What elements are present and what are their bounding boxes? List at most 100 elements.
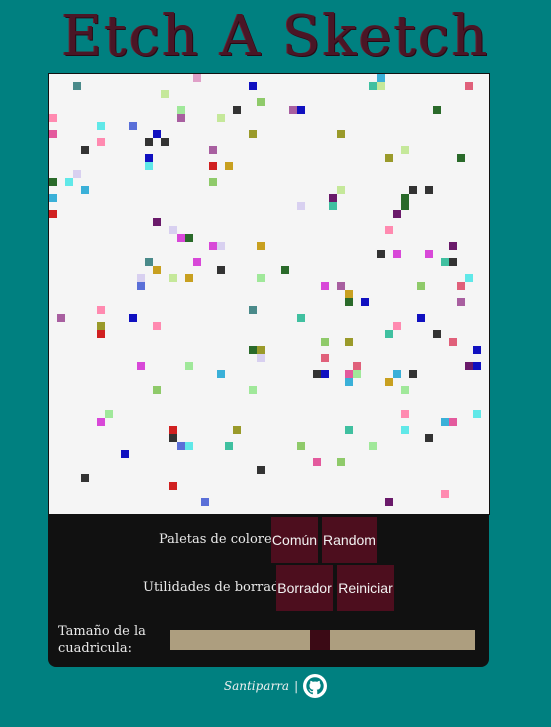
grid-cell[interactable] <box>97 122 105 130</box>
grid-cell[interactable] <box>65 178 73 186</box>
grid-cell[interactable] <box>457 282 465 290</box>
grid-cell[interactable] <box>257 98 265 106</box>
grid-cell[interactable] <box>393 322 401 330</box>
grid-cell[interactable] <box>97 306 105 314</box>
grid-cell[interactable] <box>161 90 169 98</box>
grid-cell[interactable] <box>209 162 217 170</box>
grid-cell[interactable] <box>393 250 401 258</box>
grid-cell[interactable] <box>145 138 153 146</box>
reset-button[interactable]: Reiniciar <box>337 565 394 611</box>
grid-cell[interactable] <box>185 362 193 370</box>
grid-cell[interactable] <box>257 346 265 354</box>
grid-cell[interactable] <box>361 298 369 306</box>
grid-cell[interactable] <box>409 186 417 194</box>
grid-cell[interactable] <box>105 410 113 418</box>
grid-cell[interactable] <box>345 378 353 386</box>
grid-cell[interactable] <box>457 298 465 306</box>
grid-cell[interactable] <box>225 162 233 170</box>
grid-cell[interactable] <box>249 82 257 90</box>
grid-cell[interactable] <box>49 178 57 186</box>
grid-cell[interactable] <box>329 194 337 202</box>
grid-cell[interactable] <box>49 130 57 138</box>
grid-cell[interactable] <box>137 282 145 290</box>
grid-cell[interactable] <box>465 274 473 282</box>
grid-cell[interactable] <box>177 106 185 114</box>
grid-cell[interactable] <box>145 162 153 170</box>
grid-cell[interactable] <box>137 362 145 370</box>
grid-cell[interactable] <box>81 474 89 482</box>
author-link[interactable]: Santiparra <box>224 679 289 693</box>
grid-cell[interactable] <box>345 338 353 346</box>
random-palette-button[interactable]: Random <box>322 517 377 563</box>
grid-cell[interactable] <box>249 306 257 314</box>
grid-cell[interactable] <box>257 242 265 250</box>
grid-cell[interactable] <box>345 370 353 378</box>
grid-cell[interactable] <box>425 186 433 194</box>
grid-cell[interactable] <box>49 210 57 218</box>
grid-cell[interactable] <box>353 362 361 370</box>
grid-cell[interactable] <box>97 330 105 338</box>
grid-cell[interactable] <box>345 298 353 306</box>
grid-cell[interactable] <box>225 442 233 450</box>
grid-cell[interactable] <box>441 418 449 426</box>
grid-cell[interactable] <box>153 386 161 394</box>
grid-cell[interactable] <box>169 426 177 434</box>
grid-cell[interactable] <box>217 266 225 274</box>
grid-cell[interactable] <box>153 322 161 330</box>
grid-cell[interactable] <box>441 258 449 266</box>
grid-cell[interactable] <box>73 82 81 90</box>
grid-cell[interactable] <box>257 466 265 474</box>
grid-cell[interactable] <box>249 386 257 394</box>
grid-cell[interactable] <box>193 258 201 266</box>
grid-cell[interactable] <box>425 434 433 442</box>
grid-cell[interactable] <box>393 210 401 218</box>
grid-cell[interactable] <box>97 418 105 426</box>
grid-cell[interactable] <box>377 82 385 90</box>
grid-cell[interactable] <box>385 226 393 234</box>
grid-cell[interactable] <box>377 250 385 258</box>
grid-cell[interactable] <box>129 314 137 322</box>
grid-cell[interactable] <box>281 266 289 274</box>
grid-cell[interactable] <box>377 74 385 82</box>
grid-cell[interactable] <box>217 242 225 250</box>
grid-cell[interactable] <box>257 274 265 282</box>
github-icon[interactable] <box>303 674 328 698</box>
grid-cell[interactable] <box>177 114 185 122</box>
grid-cell[interactable] <box>345 426 353 434</box>
grid-cell[interactable] <box>385 498 393 506</box>
grid-cell[interactable] <box>401 146 409 154</box>
grid-cell[interactable] <box>161 138 169 146</box>
grid-cell[interactable] <box>401 386 409 394</box>
grid-cell[interactable] <box>449 338 457 346</box>
grid-cell[interactable] <box>465 362 473 370</box>
grid-cell[interactable] <box>121 450 129 458</box>
grid-cell[interactable] <box>313 370 321 378</box>
grid-cell[interactable] <box>409 370 417 378</box>
grid-cell[interactable] <box>217 114 225 122</box>
grid-cell[interactable] <box>153 266 161 274</box>
grid-cell[interactable] <box>401 194 409 202</box>
grid-cell[interactable] <box>465 82 473 90</box>
grid-cell[interactable] <box>417 282 425 290</box>
grid-cell[interactable] <box>153 130 161 138</box>
grid-cell[interactable] <box>345 290 353 298</box>
grid-cell[interactable] <box>49 114 57 122</box>
grid-cell[interactable] <box>457 154 465 162</box>
grid-cell[interactable] <box>249 130 257 138</box>
grid-cell[interactable] <box>297 442 305 450</box>
eraser-button[interactable]: Borrador <box>276 565 333 611</box>
grid-size-slider-thumb[interactable] <box>310 630 330 650</box>
grid-cell[interactable] <box>177 234 185 242</box>
grid-cell[interactable] <box>417 314 425 322</box>
grid-cell[interactable] <box>57 314 65 322</box>
grid-cell[interactable] <box>385 378 393 386</box>
grid-cell[interactable] <box>441 490 449 498</box>
grid-size-slider[interactable] <box>170 630 475 650</box>
grid-cell[interactable] <box>233 106 241 114</box>
grid-cell[interactable] <box>369 82 377 90</box>
grid-cell[interactable] <box>313 458 321 466</box>
grid-cell[interactable] <box>97 322 105 330</box>
grid-cell[interactable] <box>153 218 161 226</box>
grid-cell[interactable] <box>145 258 153 266</box>
grid-cell[interactable] <box>337 186 345 194</box>
